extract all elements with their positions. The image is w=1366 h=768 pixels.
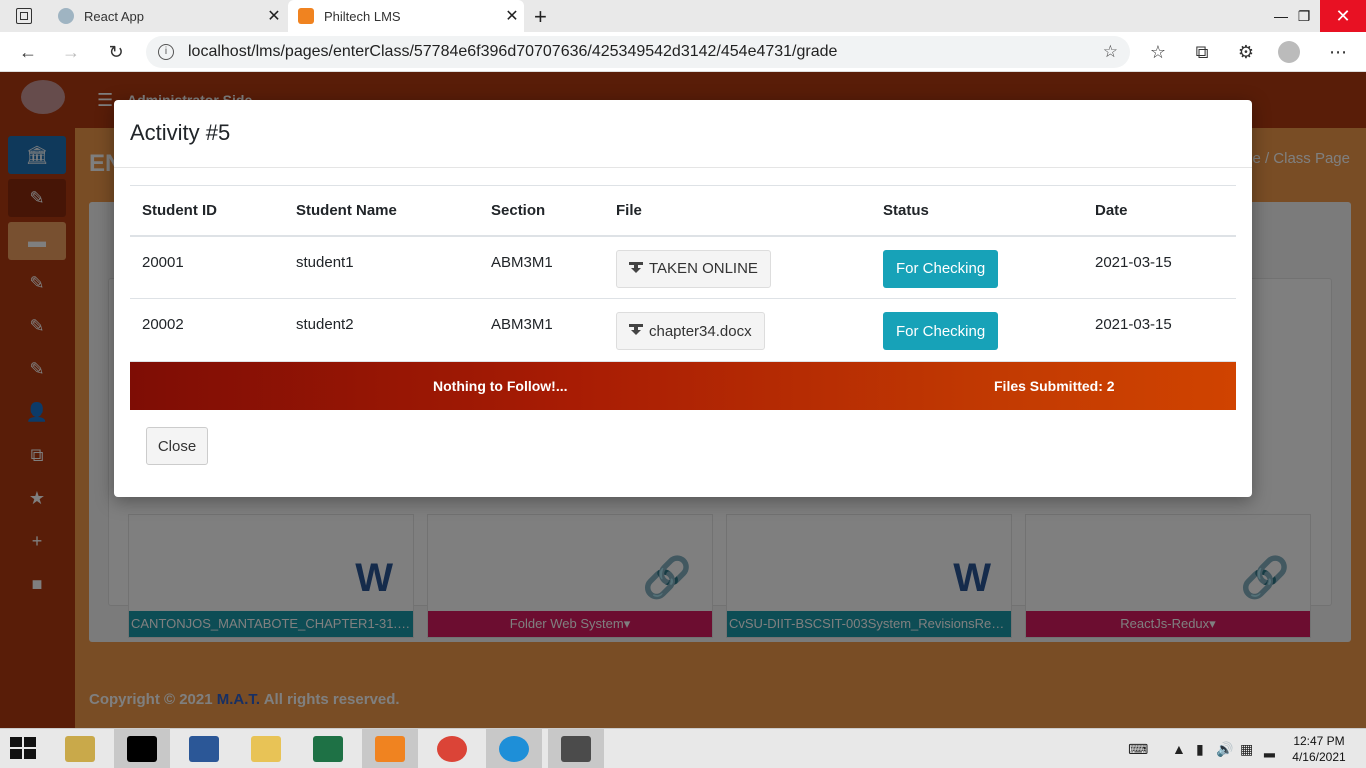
- tab-close-icon[interactable]: ✕: [262, 6, 286, 26]
- table-row: 20001 student1 ABM3M1 TAKEN ONLINE For C…: [130, 235, 1236, 299]
- system-clock[interactable]: 12:47 PM 4/16/2021: [1284, 733, 1354, 765]
- file-download-button[interactable]: TAKEN ONLINE: [616, 249, 771, 288]
- section-cell: ABM3M1: [479, 298, 604, 362]
- submissions-table: Student ID Student Name Section File Sta…: [130, 185, 1236, 362]
- network-icon[interactable]: ▦: [1240, 729, 1253, 768]
- show-hidden-icons-icon[interactable]: ▲: [1172, 729, 1186, 768]
- signal-icon[interactable]: ▂: [1264, 729, 1275, 768]
- files-submitted-count: Files Submitted: 2: [994, 378, 1115, 394]
- windows-taskbar: ⌨ ▲ ▮ 🔊 ▦ ▂ 12:47 PM 4/16/2021: [0, 728, 1366, 768]
- download-icon: [629, 261, 643, 276]
- status-button[interactable]: For Checking: [883, 312, 999, 350]
- forward-icon[interactable]: →: [57, 38, 85, 66]
- sublime-app-icon[interactable]: [548, 729, 604, 768]
- chrome-app-icon[interactable]: [424, 729, 480, 768]
- extensions-icon[interactable]: ⚙: [1232, 38, 1260, 66]
- tab-label: React App: [84, 8, 144, 24]
- status-cell: For Checking: [871, 298, 1083, 362]
- column-header: Section: [479, 185, 604, 237]
- word-app-icon[interactable]: [176, 729, 232, 768]
- nothing-to-follow-text: Nothing to Follow!...: [433, 378, 568, 394]
- xampp-app-icon[interactable]: [362, 729, 418, 768]
- window-close-icon[interactable]: ✕: [1320, 0, 1366, 32]
- add-favorite-icon[interactable]: ☆: [1103, 42, 1118, 62]
- edge-app-icon[interactable]: [486, 729, 542, 768]
- activity-modal: Activity #5 Student ID Student Name Sect…: [114, 100, 1252, 497]
- file-explorer-icon[interactable]: [238, 729, 294, 768]
- cmd-app-icon[interactable]: [114, 729, 170, 768]
- tab-react-app[interactable]: React App ✕: [48, 0, 286, 32]
- site-info-icon[interactable]: i: [158, 44, 174, 60]
- refresh-icon[interactable]: ↻: [102, 38, 130, 66]
- column-header: File: [604, 185, 871, 237]
- react-favicon-icon: [58, 8, 74, 24]
- favorites-icon[interactable]: ☆: [1144, 38, 1172, 66]
- file-cell: TAKEN ONLINE: [604, 235, 871, 299]
- browser-nav-bar: ← → ↻ i localhost/lms/pages/enterClass/5…: [0, 32, 1366, 72]
- clock-date: 4/16/2021: [1292, 750, 1346, 764]
- excel-app-icon[interactable]: [300, 729, 356, 768]
- table-row: 20002 student2 ABM3M1 chapter34.docx For…: [130, 298, 1236, 362]
- xampp-favicon-icon: [298, 8, 314, 24]
- collections-icon[interactable]: ⧉: [1188, 38, 1216, 66]
- date-cell: 2021-03-15: [1083, 235, 1236, 299]
- battery-icon[interactable]: ▮: [1196, 729, 1204, 768]
- student-name-cell: student2: [284, 298, 479, 362]
- more-menu-icon[interactable]: ⋯: [1324, 38, 1352, 66]
- student-id-cell: 20001: [130, 235, 284, 299]
- student-name-cell: student1: [284, 235, 479, 299]
- student-id-cell: 20002: [130, 298, 284, 362]
- section-cell: ABM3M1: [479, 235, 604, 299]
- status-cell: For Checking: [871, 235, 1083, 299]
- paint-app-icon[interactable]: [52, 729, 108, 768]
- column-header: Student ID: [130, 185, 284, 237]
- download-icon: [629, 324, 643, 338]
- file-download-label: TAKEN ONLINE: [649, 260, 758, 277]
- tab-philtech-lms[interactable]: Philtech LMS ✕: [288, 0, 524, 32]
- column-header: Date: [1083, 185, 1236, 237]
- windows-start-icon[interactable]: [10, 737, 38, 761]
- tab-actions-icon[interactable]: [16, 8, 32, 24]
- modal-title: Activity #5: [130, 120, 231, 145]
- profile-avatar[interactable]: [1278, 41, 1300, 63]
- modal-header: Activity #5: [114, 100, 1252, 168]
- file-download-button[interactable]: chapter34.docx: [616, 312, 765, 350]
- tab-close-icon[interactable]: ✕: [500, 6, 524, 26]
- clock-time: 12:47 PM: [1293, 734, 1345, 748]
- browser-tab-bar: React App ✕ Philtech LMS ✕ + — ❐ ✕: [0, 0, 1366, 32]
- close-button[interactable]: Close: [146, 427, 208, 465]
- file-download-label: chapter34.docx: [649, 322, 752, 340]
- tab-label: Philtech LMS: [324, 8, 401, 24]
- address-bar[interactable]: i localhost/lms/pages/enterClass/57784e6…: [146, 36, 1130, 68]
- table-header-row: Student ID Student Name Section File Sta…: [130, 185, 1236, 237]
- keyboard-icon[interactable]: ⌨: [1128, 729, 1148, 768]
- column-header: Student Name: [284, 185, 479, 237]
- date-cell: 2021-03-15: [1083, 298, 1236, 362]
- volume-icon[interactable]: 🔊: [1216, 729, 1233, 768]
- back-icon[interactable]: ←: [14, 38, 42, 66]
- status-button[interactable]: For Checking: [883, 249, 999, 288]
- modal-body: Student ID Student Name Section File Sta…: [130, 185, 1236, 410]
- url-text: localhost/lms/pages/enterClass/57784e6f3…: [188, 43, 838, 60]
- summary-bar: Nothing to Follow!... Files Submitted: 2: [130, 362, 1236, 410]
- file-cell: chapter34.docx: [604, 298, 871, 362]
- new-tab-icon[interactable]: +: [534, 4, 554, 30]
- column-header: Status: [871, 185, 1083, 237]
